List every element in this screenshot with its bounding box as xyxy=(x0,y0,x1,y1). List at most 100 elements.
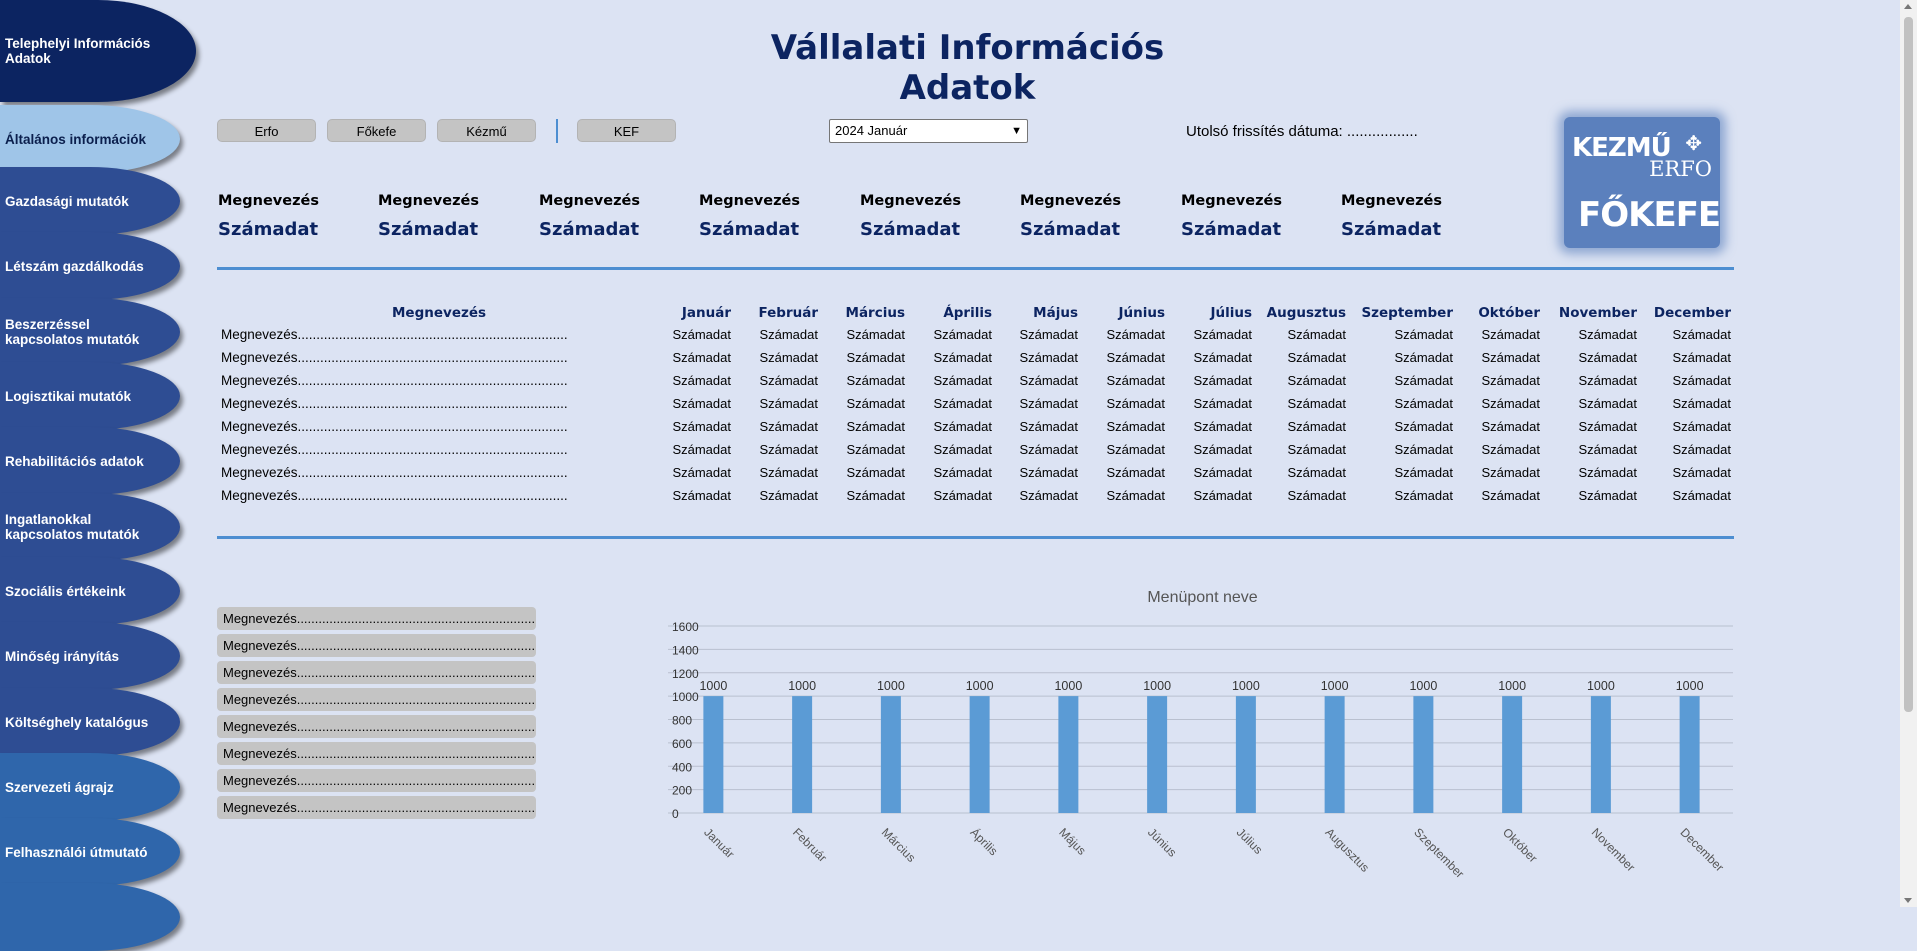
table-cell: Számadat xyxy=(1672,350,1731,365)
chart-title: Menüpont neve xyxy=(1147,589,1258,606)
chart-y-tick-label: 1400 xyxy=(672,643,699,657)
nav-szervezeti-agrajz[interactable]: Szervezeti ágrajz xyxy=(0,753,180,821)
table-cell: Számadat xyxy=(1019,396,1078,411)
filter-button-kef[interactable]: KEF xyxy=(577,119,676,142)
table-cell: Számadat xyxy=(933,373,992,388)
scroll-up-icon[interactable] xyxy=(1904,4,1912,9)
filter-button-erfo[interactable]: Erfo xyxy=(217,119,316,142)
table-cell: Számadat xyxy=(1481,350,1540,365)
nav-label: Létszám gazdálkodás xyxy=(5,258,144,274)
table-cell: Számadat xyxy=(1193,327,1252,342)
table-cell: Számadat xyxy=(759,465,818,480)
nav-telephelyi-informacios-adatok[interactable]: Telephelyi Információs Adatok xyxy=(0,0,196,102)
chart-data-label: 1000 xyxy=(699,679,727,693)
table-cell: Számadat xyxy=(1672,396,1731,411)
nav-label: Minőség irányítás xyxy=(5,648,120,664)
table-cell: Számadat xyxy=(846,419,905,434)
table-cell: Számadat xyxy=(1578,350,1637,365)
table-row-label: Megnevezés..............................… xyxy=(221,419,568,434)
table-cell: Számadat xyxy=(1106,373,1165,388)
table-cell: Számadat xyxy=(759,373,818,388)
kpi-value: Számadat xyxy=(1341,219,1442,240)
table-cell: Számadat xyxy=(846,396,905,411)
kpi-value: Számadat xyxy=(539,219,640,240)
chart-bar xyxy=(792,696,813,813)
table-cell: Számadat xyxy=(846,442,905,457)
chart-bar xyxy=(1058,696,1079,813)
list-item-button[interactable]: Megnevezés..............................… xyxy=(217,769,536,792)
list-item-button[interactable]: Megnevezés..............................… xyxy=(217,796,536,819)
table-cell: Számadat xyxy=(1019,327,1078,342)
chart-y-tick-label: 1600 xyxy=(672,620,699,634)
kpi-value: Számadat xyxy=(699,219,800,240)
table-row-label: Megnevezés..............................… xyxy=(221,488,568,503)
nav-szocialis-ertekeink[interactable]: Szociális értékeink xyxy=(0,557,180,625)
kpi-card: Megnevezés Számadat xyxy=(1020,193,1150,240)
table-cell: Számadat xyxy=(1672,442,1731,457)
nav-koltseghely-katalogus[interactable]: Költséghely katalógus xyxy=(0,688,180,756)
table-cell: Számadat xyxy=(672,442,731,457)
table-cell: Számadat xyxy=(1106,488,1165,503)
scrollbar-thumb[interactable] xyxy=(1904,17,1913,712)
table-header-month: Május xyxy=(1033,305,1078,321)
nav-label: Felhasználói útmutató xyxy=(5,844,148,860)
nav-next-item[interactable] xyxy=(0,883,180,951)
table-cell: Számadat xyxy=(1578,327,1637,342)
kpi-card: Megnevezés Számadat xyxy=(1341,193,1471,240)
list-item-button[interactable]: Megnevezés..............................… xyxy=(217,742,536,765)
period-select[interactable]: 2024 Január ▼ xyxy=(829,119,1028,143)
kpi-label: Megnevezés xyxy=(1341,193,1442,209)
nav-minoseg-iranyitas[interactable]: Minőség irányítás xyxy=(0,622,180,690)
table-cell: Számadat xyxy=(1578,488,1637,503)
table-cell: Számadat xyxy=(1193,488,1252,503)
table-cell: Számadat xyxy=(1106,465,1165,480)
nav-ingatlan-mutatok[interactable]: Ingatlanokkal kapcsolatos mutatók xyxy=(0,493,180,561)
list-item-button[interactable]: Megnevezés..............................… xyxy=(217,661,536,684)
table-cell: Számadat xyxy=(672,465,731,480)
filter-button-kezmu[interactable]: Kézmű xyxy=(437,119,536,142)
kpi-card: Megnevezés Számadat xyxy=(860,193,990,240)
chart-bar xyxy=(1679,696,1700,813)
table-cell: Számadat xyxy=(933,396,992,411)
nav-rehabilitacios-adatok[interactable]: Rehabilitációs adatok xyxy=(0,427,180,495)
table-cell: Számadat xyxy=(1193,419,1252,434)
table-cell: Számadat xyxy=(1193,350,1252,365)
table-cell: Számadat xyxy=(1287,350,1346,365)
list-item-button[interactable]: Megnevezés..............................… xyxy=(217,688,536,711)
chart-y-tick-label: 200 xyxy=(672,784,692,798)
table-cell: Számadat xyxy=(1019,488,1078,503)
nav-label: Rehabilitációs adatok xyxy=(5,453,144,469)
table-header-month: Április xyxy=(943,305,992,321)
table-cell: Számadat xyxy=(1019,442,1078,457)
nav-gazdasagi-mutatok[interactable]: Gazdasági mutatók xyxy=(0,167,180,235)
table-header-month: Július xyxy=(1210,305,1252,321)
nav-felhasznaloi-utmutato[interactable]: Felhasználói útmutató xyxy=(0,818,180,886)
kpi-label: Megnevezés xyxy=(218,193,319,209)
scroll-down-icon[interactable] xyxy=(1904,898,1912,903)
company-logo: KEZMŰ ✥ ERFO FŐKEFE xyxy=(1564,117,1721,248)
chart-x-tick-label: December xyxy=(1678,825,1727,874)
nav-letszam-gazdalkodas[interactable]: Létszám gazdálkodás xyxy=(0,232,180,300)
table-cell: Számadat xyxy=(672,488,731,503)
table-cell: Számadat xyxy=(1287,419,1346,434)
table-cell: Számadat xyxy=(1394,396,1453,411)
nav-beszerzes-mutatok[interactable]: Beszerzéssel kapcsolatos mutatók xyxy=(0,298,180,366)
list-item-button[interactable]: Megnevezés..............................… xyxy=(217,607,536,630)
nav-altalanos-informaciok[interactable]: Általános információk xyxy=(0,105,180,173)
table-cell: Számadat xyxy=(1481,442,1540,457)
table-cell: Számadat xyxy=(759,488,818,503)
table-cell: Számadat xyxy=(1578,419,1637,434)
filter-button-fokefe[interactable]: Főkefe xyxy=(327,119,426,142)
chart-data-label: 1000 xyxy=(1587,679,1615,693)
chart-x-tick-label: Március xyxy=(879,825,919,865)
table-header-month: Február xyxy=(758,305,818,321)
nav-logisztikai-mutatok[interactable]: Logisztikai mutatók xyxy=(0,362,180,430)
chart-x-tick-label: Február xyxy=(790,825,830,865)
table-cell: Számadat xyxy=(1672,419,1731,434)
table-row-label: Megnevezés..............................… xyxy=(221,327,568,342)
table-cell: Számadat xyxy=(1578,442,1637,457)
list-item-button[interactable]: Megnevezés..............................… xyxy=(217,634,536,657)
table-cell: Számadat xyxy=(1672,327,1731,342)
vertical-scrollbar[interactable] xyxy=(1900,0,1917,907)
list-item-button[interactable]: Megnevezés..............................… xyxy=(217,715,536,738)
